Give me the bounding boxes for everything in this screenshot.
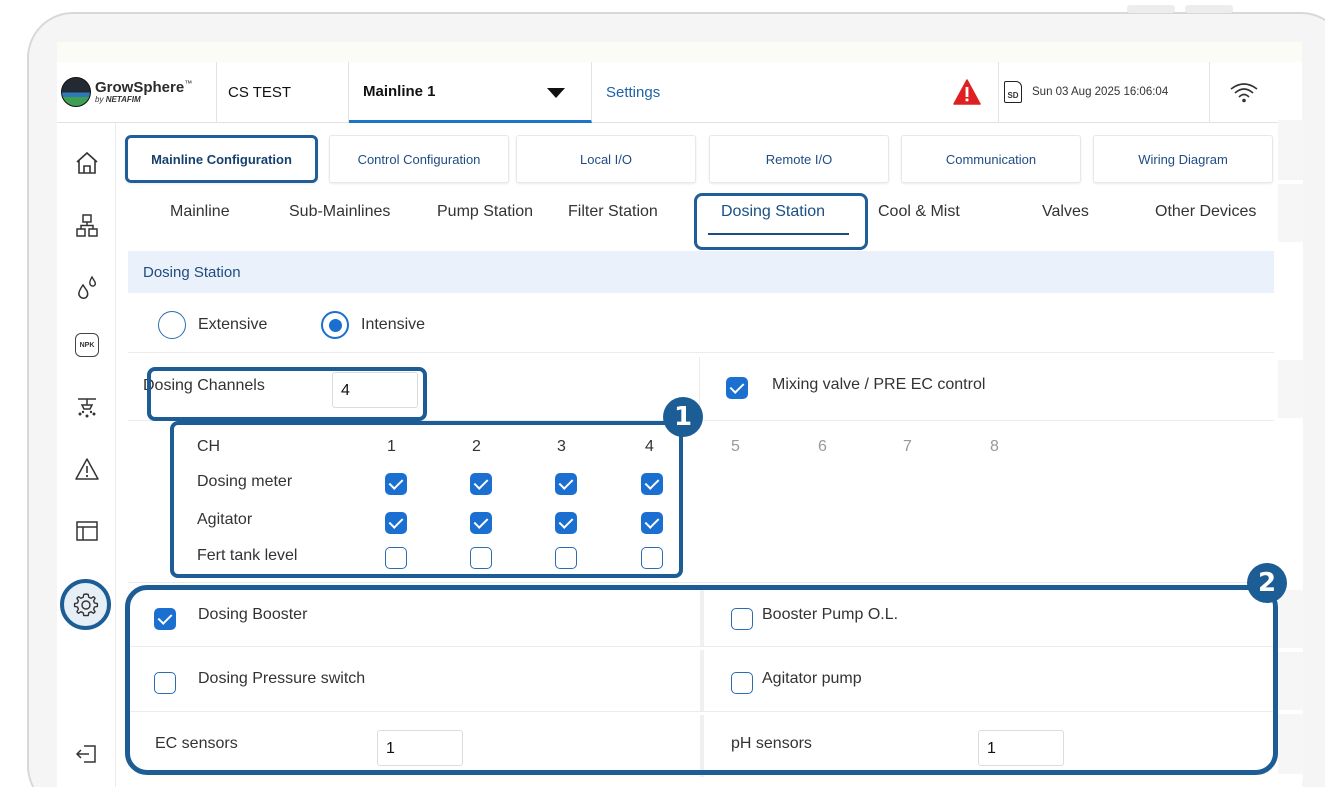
tab-communication[interactable]: Communication <box>901 135 1081 183</box>
table-view-icon[interactable] <box>73 517 101 545</box>
npk-fertilizer-icon[interactable]: NPK <box>73 331 101 359</box>
device-camera-bump <box>1127 5 1175 13</box>
radio-extensive[interactable] <box>158 311 186 339</box>
brand-name: GrowSphere <box>95 79 185 96</box>
logout-icon[interactable] <box>73 740 101 768</box>
tab-wiring-diagram[interactable]: Wiring Diagram <box>1093 135 1273 183</box>
active-tab-highlight <box>694 193 868 250</box>
mainline-selector[interactable]: Mainline 1 <box>349 62 592 123</box>
tab-local-io[interactable]: Local I/O <box>516 135 696 183</box>
radio-intensive[interactable] <box>321 311 349 339</box>
tab-dosing-station[interactable]: Dosing Station <box>721 203 825 221</box>
device-camera-bump <box>1185 5 1233 13</box>
settings-gear-button[interactable] <box>60 579 111 630</box>
alarm-triangle-icon[interactable] <box>73 455 101 483</box>
radio-intensive-label: Intensive <box>361 316 426 333</box>
growsphere-globe-icon <box>61 77 91 107</box>
radio-extensive-label: Extensive <box>198 316 268 333</box>
brand-by: by <box>95 95 104 104</box>
trademark-mark: ™ <box>184 79 193 88</box>
caret-down-icon[interactable] <box>547 88 565 98</box>
tab-filter-station[interactable]: Filter Station <box>568 203 658 221</box>
brand-company: NETAFIM <box>105 95 141 104</box>
section-title: Dosing Station <box>128 251 1274 293</box>
secondary-tabs: Mainline Sub-Mainlines Pump Station Filt… <box>117 193 1278 250</box>
channel-number-disabled: 6 <box>818 438 827 455</box>
water-drops-icon[interactable] <box>73 273 101 301</box>
gear-icon <box>73 592 98 616</box>
tab-control-configuration[interactable]: Control Configuration <box>329 135 509 183</box>
annotation-badge-1: 1 <box>663 397 703 437</box>
tab-cool-mist[interactable]: Cool & Mist <box>878 203 960 221</box>
sd-card-icon: SD <box>1004 81 1022 103</box>
tab-pump-station[interactable]: Pump Station <box>437 203 533 221</box>
dosing-channels-highlight <box>147 367 427 421</box>
channel-number-disabled: 8 <box>990 438 999 455</box>
home-icon[interactable] <box>73 149 101 177</box>
datetime-text: Sun 03 Aug 2025 16:06:04 <box>1032 86 1169 98</box>
alert-warning-icon[interactable] <box>953 79 981 105</box>
mixing-valve-label: Mixing valve / PRE EC control <box>772 376 986 393</box>
mixing-valve-checkbox[interactable] <box>726 377 748 399</box>
top-header: GrowSphere™ by NETAFIM CS TEST Mainline … <box>57 62 1278 123</box>
options-highlight <box>125 585 1278 775</box>
status-strip <box>57 42 1302 62</box>
tab-mainline-configuration[interactable]: Mainline Configuration <box>125 135 318 183</box>
brand-logo: GrowSphere™ by NETAFIM <box>57 62 217 122</box>
network-icon[interactable] <box>73 211 101 239</box>
tab-sub-mainlines[interactable]: Sub-Mainlines <box>289 203 390 221</box>
channel-number-disabled: 7 <box>903 438 912 455</box>
annotation-badge-2: 2 <box>1247 563 1287 603</box>
tab-mainline[interactable]: Mainline <box>170 203 230 221</box>
settings-link[interactable]: Settings <box>592 62 1002 122</box>
sd-datetime-cell: SD Sun 03 Aug 2025 16:06:04 <box>998 62 1210 122</box>
active-tab-underline <box>708 233 849 235</box>
site-name[interactable]: CS TEST <box>217 62 349 122</box>
channel-number-disabled: 5 <box>731 438 740 455</box>
tab-valves[interactable]: Valves <box>1042 203 1089 221</box>
channel-grid-highlight <box>170 421 683 578</box>
tab-remote-io[interactable]: Remote I/O <box>709 135 889 183</box>
sidebar: NPK <box>57 123 116 787</box>
right-edge-panel <box>1278 120 1303 780</box>
primary-tabs: Mainline Configuration Control Configura… <box>125 135 1274 185</box>
tab-other-devices[interactable]: Other Devices <box>1155 203 1256 221</box>
mainline-selector-value: Mainline 1 <box>363 82 436 100</box>
main-content: Mainline Configuration Control Configura… <box>117 123 1287 787</box>
mode-radio-group: Extensive Intensive <box>128 295 1274 353</box>
sprinkler-icon[interactable] <box>73 393 101 421</box>
wifi-icon <box>1210 62 1278 122</box>
